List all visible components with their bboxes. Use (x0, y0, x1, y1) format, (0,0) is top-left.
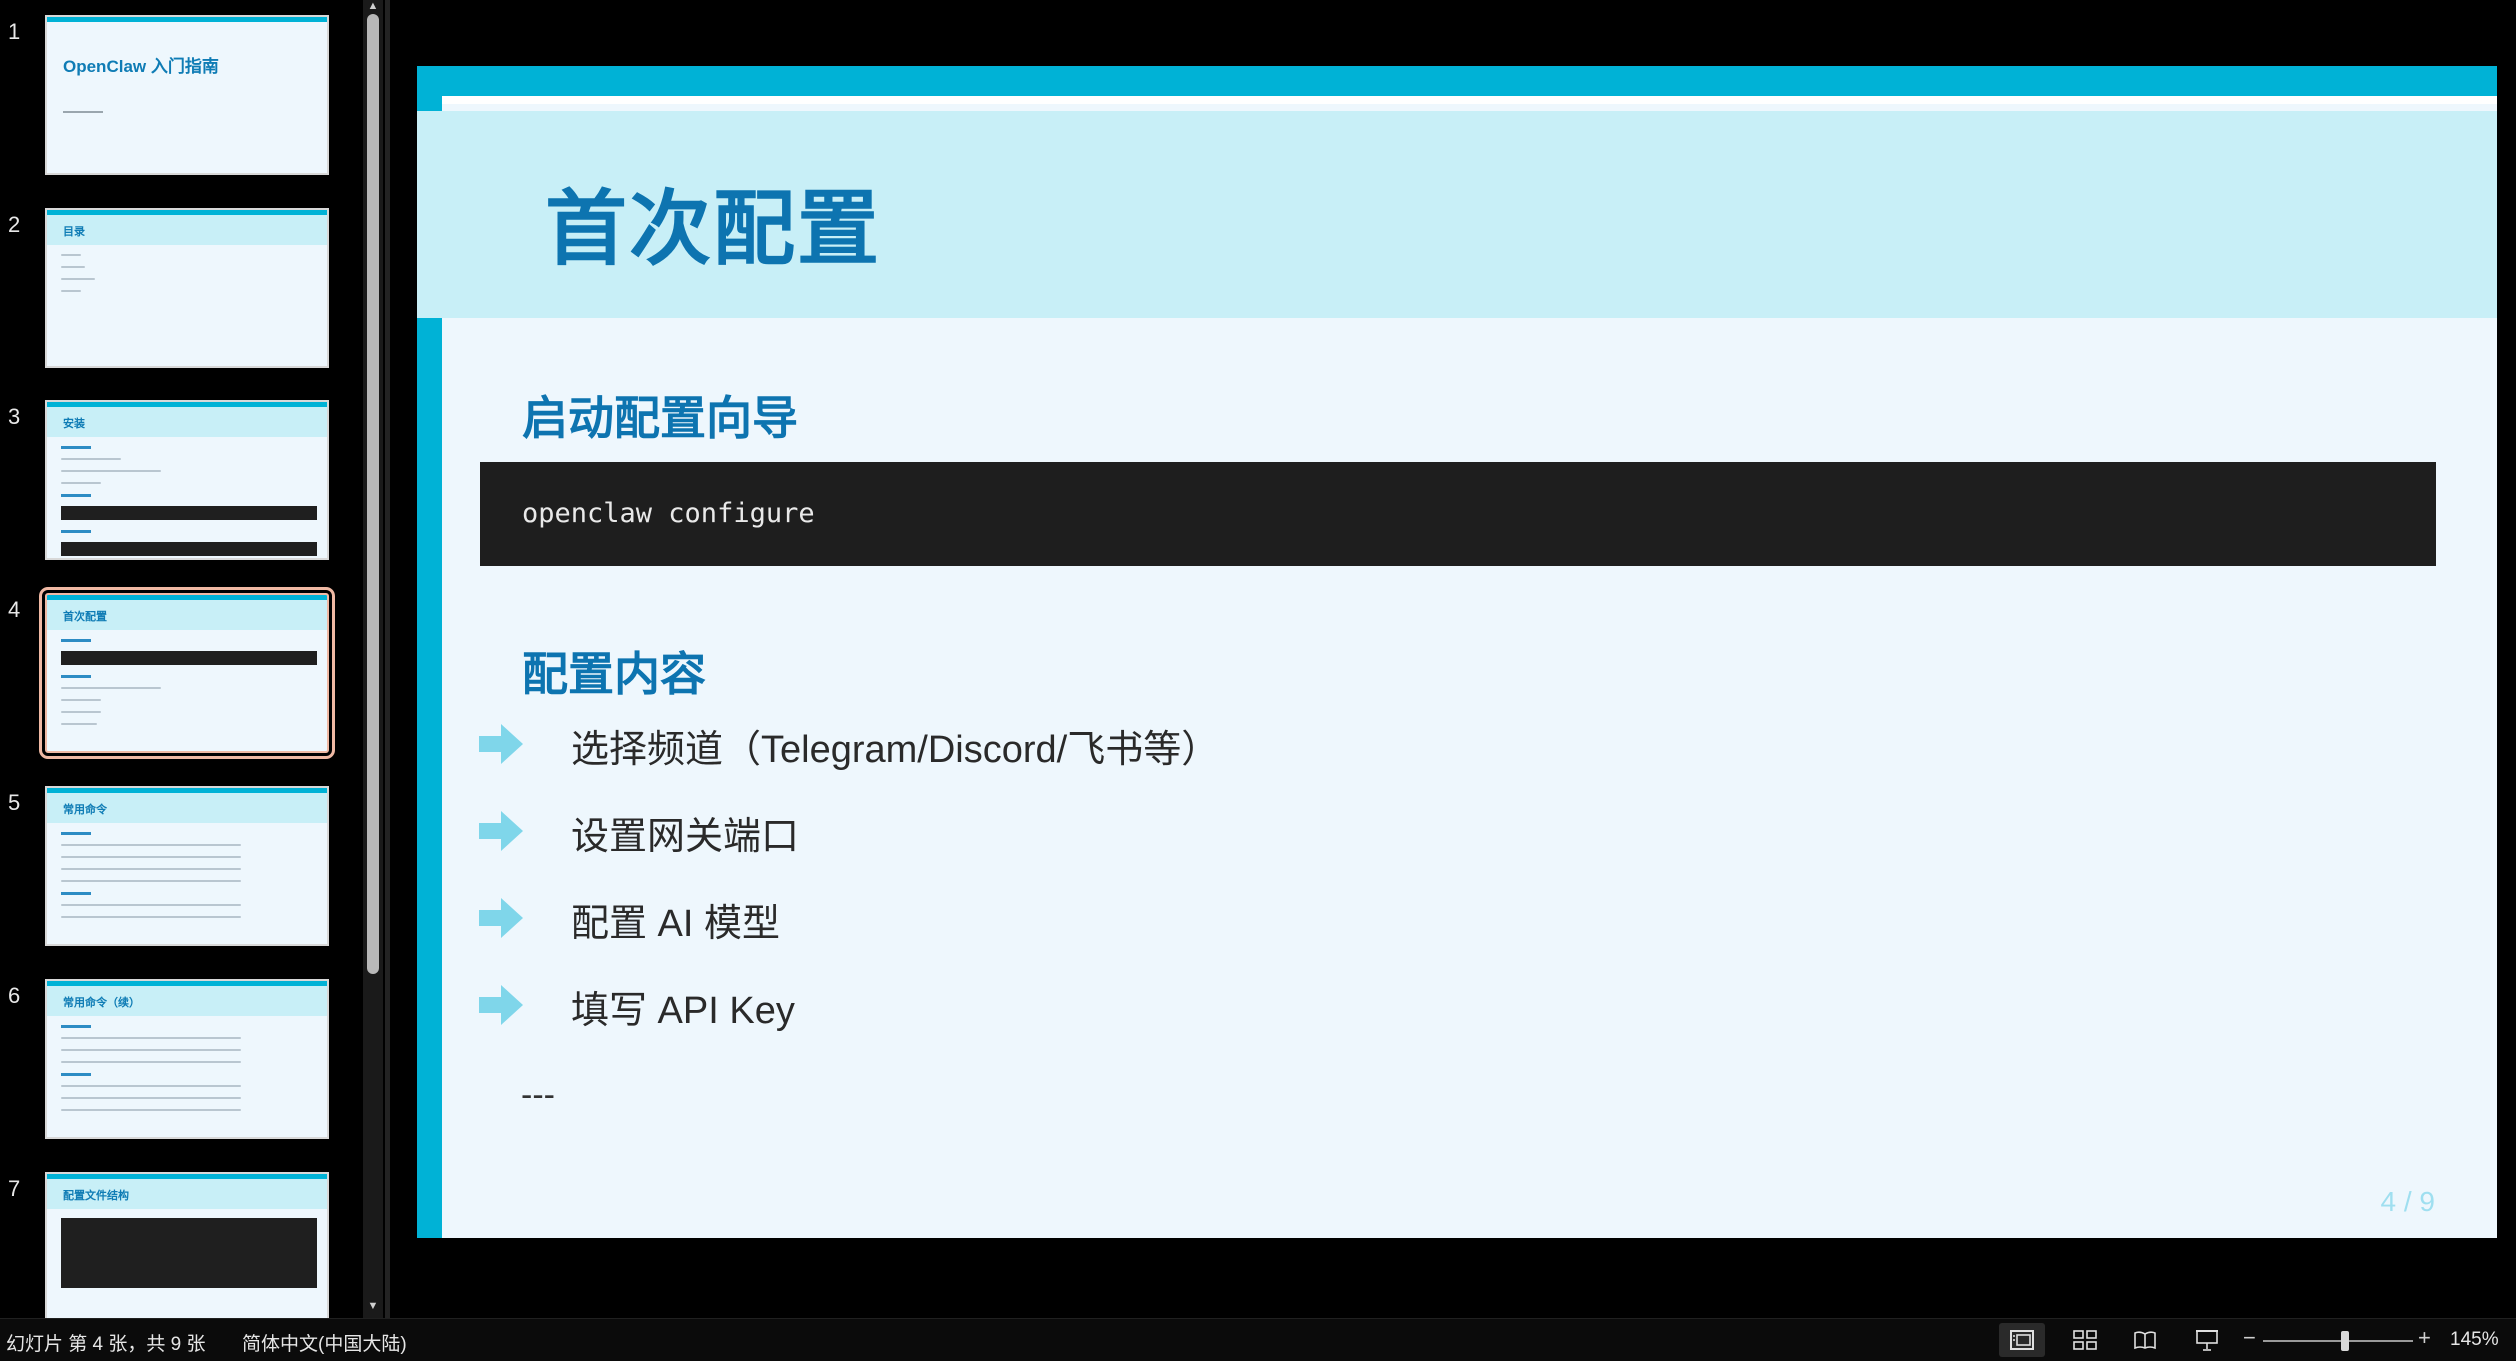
thumbnail-title: 目录 (63, 226, 85, 238)
thumbnail-title: 常用命令 (63, 804, 107, 816)
bullet-text: 选择频道（Telegram/Discord/飞书等） (571, 729, 1220, 771)
thumbnail-number: 6 (8, 983, 21, 1008)
thumbnail-content (61, 446, 317, 558)
slide-top-divider (442, 96, 2497, 104)
thumbnail-title: 配置文件结构 (63, 1190, 129, 1202)
thumbnail-number: 1 (8, 19, 21, 44)
thumbnail-title-band (47, 407, 327, 437)
thumbnail-number: 4 (8, 597, 21, 622)
slide-left-accent-bar (417, 318, 442, 1238)
zoom-in-button[interactable]: + (2418, 1325, 2431, 1351)
code-block[interactable]: openclaw configure (480, 462, 2436, 566)
thumbnail-title-band (47, 215, 327, 245)
scrollbar-thumb[interactable] (367, 14, 379, 974)
presentation-app: 1 OpenClaw 入门指南 2 目录 3 安装 4 首次配置 5 常用命令 … (0, 0, 2516, 1361)
zoom-slider-thumb[interactable] (2341, 1331, 2349, 1351)
slideshow-icon (2196, 1330, 2218, 1351)
language-status[interactable]: 简体中文(中国大陆) (242, 1329, 407, 1356)
scroll-up-arrow-icon[interactable]: ▲ (366, 0, 380, 12)
thumbnail-content (61, 1218, 317, 1298)
thumbnail-content (61, 832, 317, 928)
bullet-text: 设置网关端口 (571, 816, 800, 858)
thumbnail-row-1[interactable]: 1 OpenClaw 入门指南 (0, 15, 360, 181)
status-bar: 幻灯片 第 4 张，共 9 张 简体中文(中国大陆) − + 145% (0, 1318, 2516, 1361)
slide-thumbnail-2[interactable]: 目录 (45, 208, 329, 368)
thumbnail-row-4[interactable]: 4 首次配置 (0, 587, 360, 759)
normal-view-icon (2010, 1330, 2034, 1350)
scroll-down-arrow-icon[interactable]: ▼ (366, 1300, 380, 1312)
slide-top-accent-bar (417, 66, 2497, 96)
separator-text[interactable]: --- (521, 1076, 555, 1115)
thumbnail-number: 2 (8, 212, 21, 237)
slide-sorter-icon (2073, 1330, 2097, 1350)
thumbnail-number: 3 (8, 404, 21, 429)
thumbnail-row-5[interactable]: 5 常用命令 (0, 786, 360, 952)
thumbnail-number: 5 (8, 790, 21, 815)
slide-thumbnail-4-selected[interactable]: 首次配置 (39, 587, 335, 759)
bullet-text: 配置 AI 模型 (571, 903, 781, 945)
reading-view-button[interactable] (2122, 1323, 2168, 1357)
thumbnail-title: 安装 (63, 418, 85, 430)
bullet-text: 填写 API Key (571, 990, 795, 1032)
slide-sorter-button[interactable] (2062, 1323, 2108, 1357)
section-heading-content[interactable]: 配置内容 (522, 638, 706, 704)
slide-accent-corner (417, 96, 442, 111)
arrow-right-icon (479, 724, 523, 764)
section-heading-wizard[interactable]: 启动配置向导 (522, 382, 798, 448)
slide-editor: 首次配置 启动配置向导 openclaw configure 配置内容 选择频道… (390, 0, 2516, 1318)
thumbnail-content (61, 254, 317, 302)
slide-title[interactable]: 首次配置 (545, 162, 881, 281)
slideshow-button[interactable] (2184, 1323, 2230, 1357)
slide-thumbnail-6[interactable]: 常用命令（续） (45, 979, 329, 1139)
slide-thumbnail-pane: 1 OpenClaw 入门指南 2 目录 3 安装 4 首次配置 5 常用命令 … (0, 0, 385, 1318)
thumbnail-accent-bar (47, 17, 327, 22)
zoom-out-button[interactable]: − (2243, 1325, 2256, 1351)
thumbnail-subtitle-line (63, 111, 103, 113)
thumbnail-title: 常用命令（续） (63, 997, 140, 1009)
current-slide[interactable]: 首次配置 启动配置向导 openclaw configure 配置内容 选择频道… (417, 66, 2497, 1238)
slide-thumbnail-5[interactable]: 常用命令 (45, 786, 329, 946)
slide-page-number: 4 / 9 (2380, 1186, 2435, 1217)
slide-thumbnail-1[interactable]: OpenClaw 入门指南 (45, 15, 329, 175)
bullet-item[interactable]: 填写 API Key (479, 975, 1779, 1035)
thumbnail-number: 7 (8, 1176, 21, 1201)
thumbnail-content (61, 1025, 317, 1121)
slide-position-status[interactable]: 幻灯片 第 4 张，共 9 张 (6, 1329, 206, 1356)
reading-view-icon (2134, 1331, 2156, 1350)
bullet-item[interactable]: 配置 AI 模型 (479, 888, 1779, 948)
thumbnail-content (61, 639, 317, 735)
slide-thumbnail-7[interactable]: 配置文件结构 (45, 1172, 329, 1318)
slide-thumbnail-3[interactable]: 安装 (45, 400, 329, 560)
code-command: openclaw configure (522, 498, 815, 529)
bullet-item[interactable]: 设置网关端口 (479, 801, 1779, 861)
normal-view-button[interactable] (1999, 1323, 2045, 1357)
zoom-slider[interactable] (2263, 1340, 2413, 1342)
zoom-level[interactable]: 145% (2450, 1329, 2499, 1351)
bullet-item[interactable]: 选择频道（Telegram/Discord/飞书等） (479, 714, 1779, 774)
thumbnail-row-2[interactable]: 2 目录 (0, 208, 360, 374)
thumbnail-row-3[interactable]: 3 安装 (0, 400, 360, 566)
thumbnail-row-7[interactable]: 7 配置文件结构 (0, 1172, 360, 1318)
thumbnail-title: 首次配置 (63, 611, 107, 623)
arrow-right-icon (479, 811, 523, 851)
arrow-right-icon (479, 898, 523, 938)
thumbnail-row-6[interactable]: 6 常用命令（续） (0, 979, 360, 1145)
arrow-right-icon (479, 985, 523, 1025)
thumbnail-title: OpenClaw 入门指南 (63, 57, 219, 76)
